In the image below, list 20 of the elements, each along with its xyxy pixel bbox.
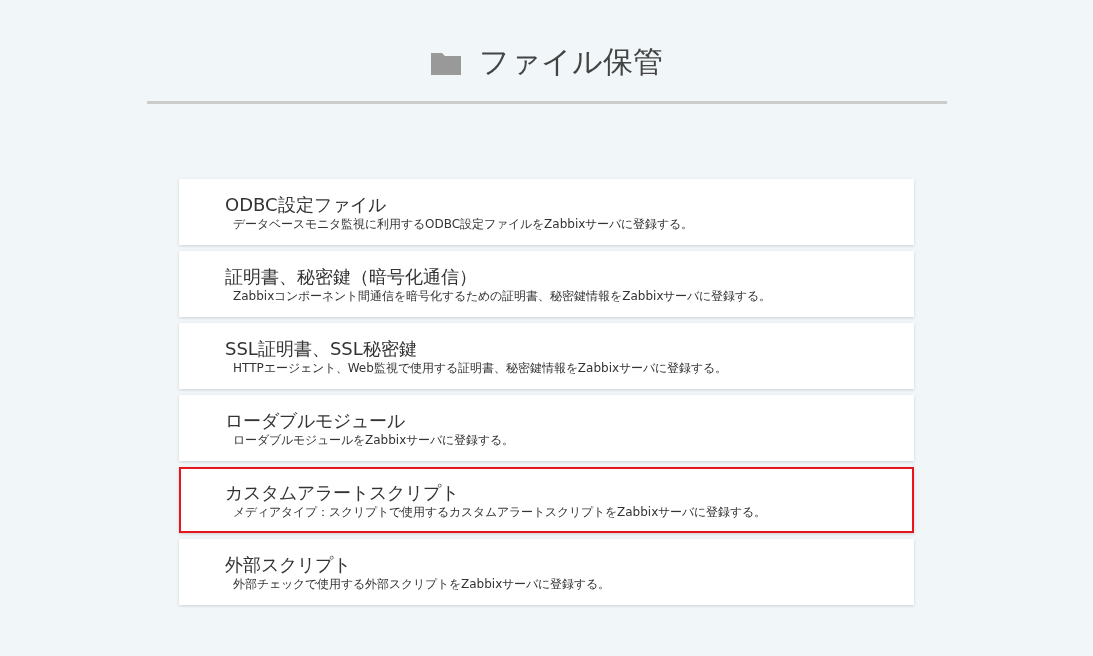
card-title: ODBC設定ファイル xyxy=(225,192,386,217)
card-title: SSL証明書、SSL秘密鍵 xyxy=(225,336,417,361)
file-category-card[interactable]: カスタムアラートスクリプト メディアタイプ：スクリプトで使用するカスタムアラートスクリプトをZabbixサーバに登録する。 xyxy=(179,467,914,533)
card-description: メディアタイプ：スクリプトで使用するカスタムアラートスクリプトをZabbixサーバに登録する。 xyxy=(233,504,767,520)
file-category-card[interactable]: 証明書、秘密鍵（暗号化通信） Zabbixコンポーネント間通信を暗号化するための証明書、秘密鍵情報をZabbixサーバに登録する。 xyxy=(179,251,914,317)
file-category-card[interactable]: ローダブルモジュール ローダブルモジュールをZabbixサーバに登録する。 xyxy=(179,395,914,461)
page-title: ファイル保管 xyxy=(478,43,663,81)
card-description: HTTPエージェント、Web監視で使用する証明書、秘密鍵情報をZabbixサーバに登録する。 xyxy=(233,360,728,376)
card-description: ローダブルモジュールをZabbixサーバに登録する。 xyxy=(233,432,515,448)
card-description: データベースモニタ監視に利用するODBC設定ファイルをZabbixサーバに登録する。 xyxy=(233,216,694,232)
card-title: カスタムアラートスクリプト xyxy=(225,480,459,505)
card-title: ローダブルモジュール xyxy=(225,408,405,433)
file-category-card[interactable]: SSL証明書、SSL秘密鍵 HTTPエージェント、Web監視で使用する証明書、秘密鍵情報をZabbixサーバに登録する。 xyxy=(179,323,914,389)
card-description: Zabbixコンポーネント間通信を暗号化するための証明書、秘密鍵情報をZabbixサーバに登録する。 xyxy=(233,288,772,304)
card-title: 証明書、秘密鍵（暗号化通信） xyxy=(225,264,477,289)
file-category-card[interactable]: 外部スクリプト 外部チェックで使用する外部スクリプトをZabbixサーバに登録する。 xyxy=(179,539,914,605)
folder-icon xyxy=(430,50,461,75)
file-category-card[interactable]: ODBC設定ファイル データベースモニタ監視に利用するODBC設定ファイルをZabbixサーバに登録する。 xyxy=(179,179,914,245)
card-title: 外部スクリプト xyxy=(225,552,351,577)
card-description: 外部チェックで使用する外部スクリプトをZabbixサーバに登録する。 xyxy=(233,576,611,592)
